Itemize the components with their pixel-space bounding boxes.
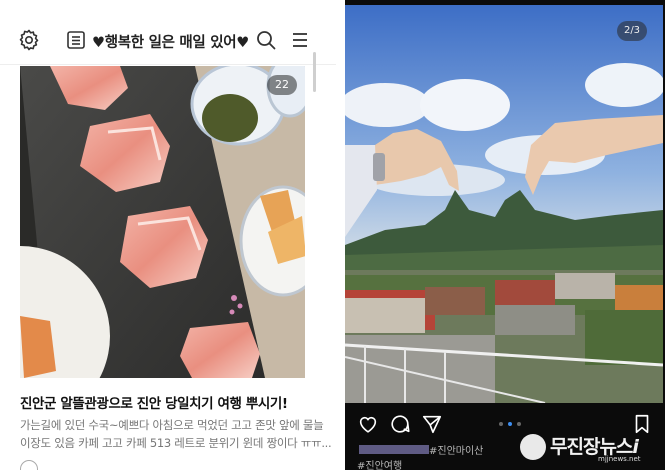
profile-circle-icon[interactable] [20, 460, 38, 470]
watermark-logo-icon [520, 434, 546, 460]
page-indicator-badge: 2/3 [617, 21, 647, 41]
menu-icon[interactable] [288, 28, 312, 52]
panel-divider [336, 0, 345, 470]
news-watermark: 무진장뉴스i mjjnews.net [520, 432, 660, 464]
gear-icon[interactable] [17, 28, 41, 52]
post-photo[interactable]: 22 [20, 66, 305, 378]
carousel-dots [499, 422, 521, 426]
post-excerpt-line: 이장도 있음 카페 고고 카페 513 레트로 분위기 윈데 짱이다 ㅠㅠ... [20, 436, 332, 450]
scrollbar[interactable] [313, 52, 316, 92]
username-redacted-bar [359, 445, 429, 454]
watermark-url: mjjnews.net [598, 455, 641, 463]
heart-icon[interactable] [357, 413, 379, 435]
hashtag-link[interactable]: #진안마이산 [429, 442, 483, 457]
send-icon[interactable] [421, 413, 443, 435]
list-icon[interactable] [64, 28, 88, 52]
instagram-photo[interactable]: 2/3 [345, 5, 663, 403]
blog-panel: ♥행복한 일은 매일 있어♥ 22 진안군 알뜰관광으로 진안 당일치기 여행 … [0, 0, 336, 470]
search-icon[interactable] [254, 28, 278, 52]
instagram-panel: 2/3 #진안마이산 #진안여행 [345, 0, 665, 470]
post-title[interactable]: 진안군 알뜰관광으로 진안 당일치기 여행 뿌시기! [20, 392, 288, 412]
header-divider [0, 64, 336, 65]
blog-title: ♥행복한 일은 매일 있어♥ [92, 35, 250, 51]
sashimi-photo-image [20, 66, 305, 378]
maisan-photo-image [345, 5, 663, 403]
post-excerpt-line: 가는길에 있던 수국~예쁘다 아침으로 먹었던 고고 존맛 앞에 물늘 [20, 418, 324, 432]
photo-count-badge: 22 [267, 75, 297, 95]
hashtag-link[interactable]: #진안여행 [357, 457, 402, 470]
comment-icon[interactable] [389, 413, 411, 435]
